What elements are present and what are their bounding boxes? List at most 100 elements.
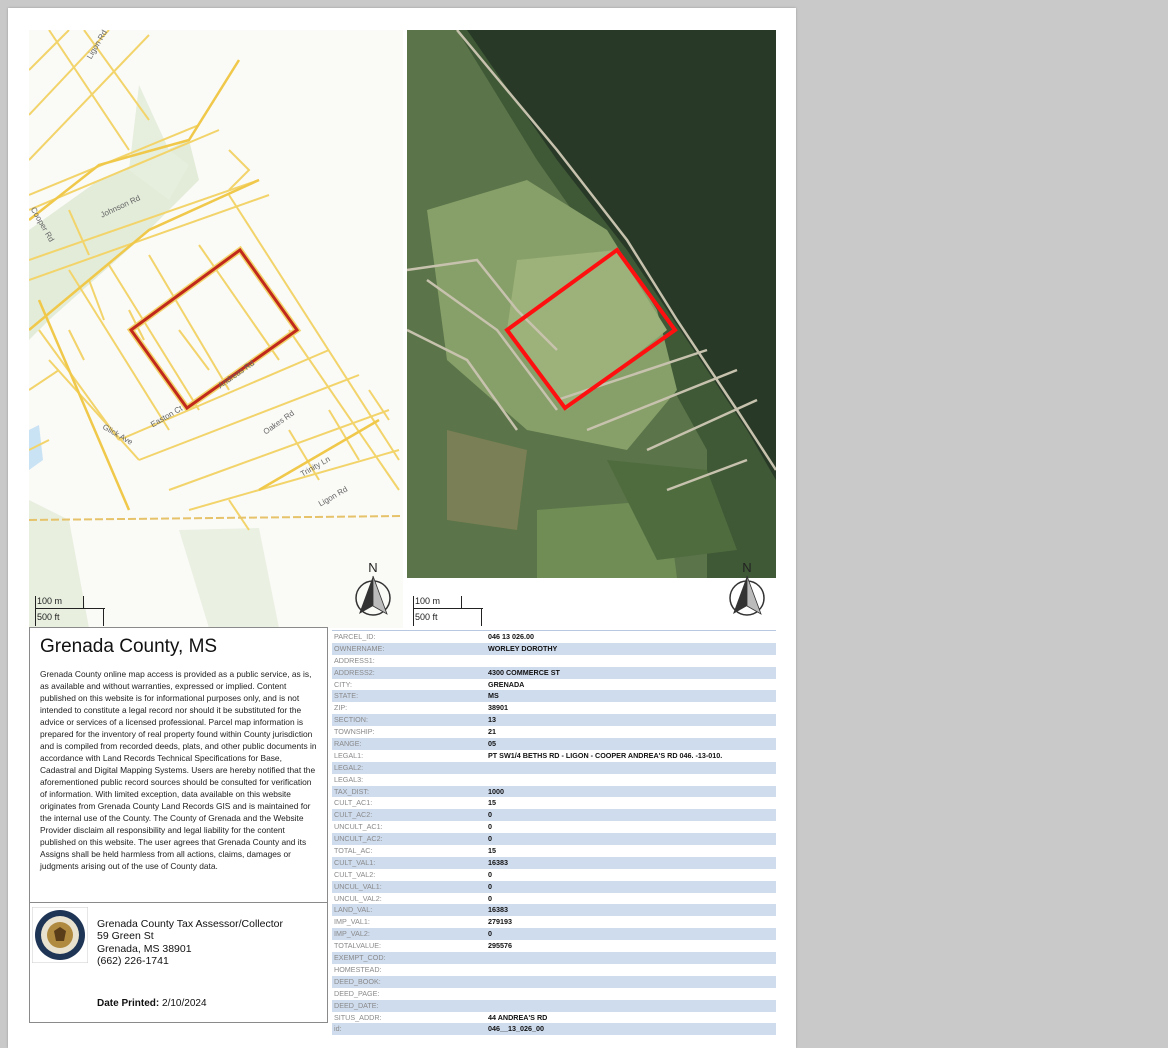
table-row: UNCUL_VAL2: 0 xyxy=(332,893,776,905)
scale-imperial-label: 500 ft xyxy=(415,612,438,622)
attribute-value: MS xyxy=(488,691,499,701)
table-row: LAND_VAL: 16383 xyxy=(332,904,776,917)
attribute-name: ADDRESS1: xyxy=(334,655,375,665)
table-row: ZIP: 38901 xyxy=(332,702,776,714)
attribute-name: IMP_VAL1: xyxy=(334,917,370,927)
attribute-name: LEGAL3: xyxy=(334,774,364,784)
table-row: UNCULT_AC1: 0 xyxy=(332,821,776,833)
table-row: PARCEL_ID: 046 13 026.00 xyxy=(332,631,776,643)
table-row: STATE: MS xyxy=(332,690,776,703)
table-row: LEGAL3: xyxy=(332,774,776,786)
attribute-value: 05 xyxy=(488,739,496,749)
attribute-name: UNCUL_VAL1: xyxy=(334,881,382,891)
parcel-attribute-table: PARCEL_ID: 046 13 026.00 OWNERNAME: WORLEY … xyxy=(332,630,776,1036)
office-name: Grenada County Tax Assessor/Collector xyxy=(97,918,283,930)
attribute-name: SECTION: xyxy=(334,715,368,725)
attribute-value: 0 xyxy=(488,810,492,820)
attribute-name: DEED_DATE: xyxy=(334,1000,379,1010)
attribute-name: STATE: xyxy=(334,691,359,701)
attribute-name: CULT_AC1: xyxy=(334,798,373,808)
divider xyxy=(30,902,327,903)
table-row: IMP_VAL2: 0 xyxy=(332,928,776,941)
attribute-value: 21 xyxy=(488,727,496,737)
attribute-value: 4300 COMMERCE ST xyxy=(488,667,560,677)
parcel-map[interactable]: Ligon Rd Johnson Rd Cooper Rd Andreas Rd… xyxy=(29,28,403,628)
attribute-name: CULT_AC2: xyxy=(334,810,373,820)
table-row: IMP_VAL1: 279193 xyxy=(332,916,776,928)
table-row: CITY: GRENADA xyxy=(332,679,776,691)
attribute-value: 16383 xyxy=(488,905,508,915)
svg-text:N: N xyxy=(742,560,751,575)
attribute-name: TOWNSHIP: xyxy=(334,727,375,737)
attribute-value: WORLEY DOROTHY xyxy=(488,643,558,653)
scale-bar: 100 m 500 ft xyxy=(413,596,483,626)
attribute-value: 279193 xyxy=(488,917,512,927)
office-street: 59 Green St xyxy=(97,930,154,943)
table-row: LEGAL2: xyxy=(332,761,776,774)
attribute-value: 046__13_026_00 xyxy=(488,1024,544,1034)
attribute-name: IMP_VAL2: xyxy=(334,929,370,939)
attribute-name: RANGE: xyxy=(334,739,362,749)
aerial-map[interactable]: 100 m 500 ft N xyxy=(407,30,776,628)
table-row: SECTION: 13 xyxy=(332,714,776,727)
date-printed-value: 2/10/2024 xyxy=(162,998,207,1009)
county-title: Grenada County, MS xyxy=(40,636,218,657)
attribute-value: PT SW1/4 BETHS RD - LIGON - COOPER ANDRE… xyxy=(488,750,723,760)
attribute-name: OWNERNAME: xyxy=(334,643,385,653)
attribute-value: 0 xyxy=(488,881,492,891)
table-row: TOWNSHIP: 21 xyxy=(332,726,776,738)
parcel-map-canvas xyxy=(29,30,403,628)
table-row: CULT_AC2: 0 xyxy=(332,809,776,822)
scale-metric-label: 100 m xyxy=(415,596,441,606)
aerial-map-canvas xyxy=(407,30,776,628)
attribute-value: 0 xyxy=(488,822,492,832)
table-row: OWNERNAME: WORLEY DOROTHY xyxy=(332,642,776,655)
scale-bar: 100 m 500 ft xyxy=(35,596,105,626)
attribute-name: UNCULT_AC2: xyxy=(334,834,383,844)
attribute-name: SITUS_ADDR: xyxy=(334,1012,382,1022)
county-info-box: Grenada County, MS Grenada County online… xyxy=(29,627,328,1023)
attribute-name: id: xyxy=(334,1024,342,1034)
table-row: RANGE: 05 xyxy=(332,738,776,750)
attribute-value: 16383 xyxy=(488,857,508,867)
attribute-value: 38901 xyxy=(488,703,508,713)
table-row: CULT_VAL2: 0 xyxy=(332,869,776,881)
attribute-name: LAND_VAL: xyxy=(334,905,373,915)
north-arrow: N xyxy=(353,560,393,620)
table-row: SITUS_ADDR: 44 ANDREA'S RD xyxy=(332,1012,776,1024)
table-row: TOTAL_AC: 15 xyxy=(332,845,776,857)
date-printed-label: Date Printed: xyxy=(97,998,160,1009)
north-arrow-icon: N xyxy=(729,560,765,616)
table-row: LEGAL1: PT SW1/4 BETHS RD - LIGON - COOPE… xyxy=(332,750,776,762)
attribute-value: 295576 xyxy=(488,941,512,951)
table-row: DEED_DATE: xyxy=(332,999,776,1012)
table-row: ADDRESS1: xyxy=(332,655,776,667)
attribute-name: TAX_DIST: xyxy=(334,786,370,796)
attribute-value: 046 13 026.00 xyxy=(488,632,534,641)
county-seal-icon xyxy=(31,906,89,968)
attribute-value: 15 xyxy=(488,846,496,856)
table-row: DEED_BOOK: xyxy=(332,975,776,988)
attribute-name: UNCUL_VAL2: xyxy=(334,893,382,903)
north-arrow: N xyxy=(727,560,767,620)
attribute-name: CULT_VAL2: xyxy=(334,869,376,879)
table-row: ADDRESS2: 4300 COMMERCE ST xyxy=(332,666,776,679)
attribute-name: EXEMPT_COD: xyxy=(334,953,386,963)
disclaimer-text: Grenada County online map access is prov… xyxy=(40,669,317,871)
office-contact: Grenada County Tax Assessor/Collector 59… xyxy=(97,918,283,968)
scale-imperial-label: 500 ft xyxy=(37,612,60,622)
office-phone: (662) 226-1741 xyxy=(97,955,169,968)
table-row: UNCULT_AC2: 0 xyxy=(332,833,776,846)
table-row: EXEMPT_COD: xyxy=(332,952,776,964)
table-row: DEED_PAGE: xyxy=(332,988,776,1000)
table-row: TAX_DIST: 1000 xyxy=(332,785,776,798)
table-row: UNCUL_VAL1: 0 xyxy=(332,880,776,893)
table-row: CULT_VAL1: 16383 xyxy=(332,856,776,869)
attribute-name: ZIP: xyxy=(334,703,348,713)
table-row: CULT_AC1: 15 xyxy=(332,797,776,809)
attribute-name: ADDRESS2: xyxy=(334,667,375,677)
attribute-name: CITY: xyxy=(334,679,352,689)
attribute-name: LEGAL2: xyxy=(334,762,364,772)
office-city: Grenada, MS 38901 xyxy=(97,942,192,955)
attribute-name: DEED_BOOK: xyxy=(334,976,381,986)
